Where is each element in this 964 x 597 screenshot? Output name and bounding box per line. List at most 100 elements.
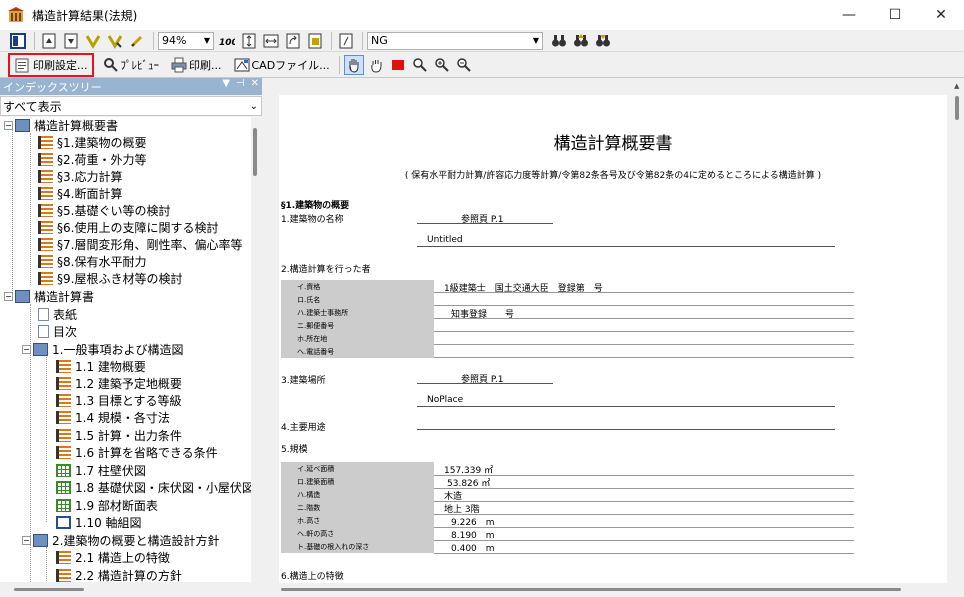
- close-icon[interactable]: ✕: [251, 78, 259, 89]
- tree-item[interactable]: 1.4 規模・各寸法: [56, 409, 170, 426]
- tree-item[interactable]: 1.6 計算を省略できる条件: [56, 444, 218, 461]
- zoom-in-button[interactable]: [432, 55, 452, 75]
- document-lines-icon: [56, 377, 71, 390]
- jump-button[interactable]: [127, 31, 147, 51]
- first-page-button[interactable]: [39, 31, 59, 51]
- tree-vertical-scrollbar[interactable]: [251, 117, 262, 582]
- tree-item[interactable]: §7.層間変形角、剛性率、偏心率等: [38, 236, 242, 253]
- chevron-down-icon: ▼: [532, 36, 539, 45]
- magnify-tool-button[interactable]: [410, 55, 430, 75]
- prev-ng-button[interactable]: [83, 31, 103, 51]
- fit-height-icon: [241, 33, 257, 49]
- toolbar-print: 印刷設定... ﾌﾟﾚﾋﾞｭｰ 印刷... CADファイル...: [0, 52, 964, 78]
- tree-item[interactable]: §3.応力計算: [38, 168, 122, 185]
- ng-filter-select[interactable]: NG ▼: [367, 31, 543, 50]
- tree-label: §6.使用上の支障に関する検討: [57, 221, 219, 235]
- tree-item[interactable]: 1.2 建築予定地概要: [56, 375, 182, 392]
- tree-item[interactable]: 1.8 基礎伏図・床伏図・小屋伏図: [56, 479, 254, 496]
- field-label: ホ.所在地: [297, 335, 328, 343]
- tree-item[interactable]: 1.5 計算・出力条件: [56, 427, 182, 444]
- tree-item[interactable]: §5.基礎ぐい等の検討: [38, 202, 170, 219]
- tree-node-section2[interactable]: − 2.建築物の概要と構造設計方針: [22, 532, 219, 549]
- pin-icon[interactable]: ⊣: [236, 78, 245, 89]
- tree-item[interactable]: 1.3 目標とする等級: [56, 392, 182, 409]
- field-label: ニ.郵便番号: [297, 322, 335, 330]
- print-button[interactable]: 印刷...: [168, 55, 225, 75]
- index-tree: − 構造計算概要書 §1.建築物の概要 §2.荷重・外力等 §3.応力計算 §4.…: [0, 117, 262, 582]
- tree-item[interactable]: §6.使用上の支障に関する検討: [38, 219, 218, 236]
- select-tool-button[interactable]: [388, 55, 408, 75]
- tree-label: 1.3 目標とする等級: [75, 394, 182, 408]
- tree-item[interactable]: 1.7 柱壁伏図: [56, 462, 146, 479]
- tree-node-calc-book[interactable]: − 構造計算書: [4, 288, 94, 305]
- collapse-icon[interactable]: −: [22, 345, 31, 354]
- tree-item[interactable]: §4.断面計算: [38, 185, 122, 202]
- rotate-button[interactable]: [283, 31, 303, 51]
- tree-label: 1.8 基礎伏図・床伏図・小屋伏図: [75, 481, 254, 495]
- tree-label: 1.7 柱壁伏図: [75, 464, 146, 478]
- panel-menu-icon[interactable]: ▼: [222, 78, 230, 89]
- page-icon: [38, 308, 49, 321]
- document-scroll-thumb[interactable]: [955, 96, 959, 120]
- preview-button[interactable]: ﾌﾟﾚﾋﾞｭｰ: [100, 55, 163, 75]
- preview-label: ﾌﾟﾚﾋﾞｭｰ: [120, 58, 160, 72]
- tree-label: 1.5 計算・出力条件: [75, 429, 182, 443]
- floor-plan-icon: [56, 464, 71, 477]
- tree-filter-select[interactable]: すべて表示 ⌄: [0, 96, 262, 116]
- tree-item[interactable]: §2.荷重・外力等: [38, 151, 146, 168]
- binoculars-prev-icon: [573, 33, 589, 49]
- document-horizontal-scrollbar[interactable]: [267, 583, 951, 597]
- search-next-button[interactable]: [593, 31, 613, 51]
- collapse-icon[interactable]: −: [4, 292, 13, 301]
- tree-item[interactable]: §8.保有水平耐力: [38, 253, 146, 270]
- tree-item[interactable]: 1.9 部材断面表: [56, 497, 158, 514]
- tree-item[interactable]: 1.10 軸組図: [56, 514, 142, 531]
- index-panel-header: インデックスツリー ▼ ⊣ ✕: [0, 78, 262, 95]
- cad-file-label: CADファイル...: [251, 58, 330, 72]
- print-settings-button[interactable]: 印刷設定...: [8, 52, 94, 77]
- zoom-100-button[interactable]: 100: [217, 31, 238, 51]
- fit-height-button[interactable]: [239, 31, 259, 51]
- chevron-down-icon: ⌄: [249, 100, 258, 112]
- tree-item[interactable]: §9.屋根ふき材等の検討: [38, 270, 182, 287]
- tree-item[interactable]: §1.建築物の概要: [38, 134, 146, 151]
- fit-width-button[interactable]: [261, 31, 281, 51]
- copy-button[interactable]: [305, 31, 325, 51]
- index-toggle-button[interactable]: [8, 31, 28, 51]
- hand-tool-button[interactable]: [343, 54, 364, 75]
- book-icon: [15, 290, 30, 303]
- last-page-button[interactable]: [61, 31, 81, 51]
- tree-scroll-thumb[interactable]: [253, 128, 257, 176]
- tree-item[interactable]: 目次: [38, 323, 77, 340]
- maximize-button[interactable]: ☐: [872, 0, 918, 30]
- grab-tool-button[interactable]: [366, 55, 386, 75]
- tree-item[interactable]: 2.1 構造上の特徴: [56, 549, 170, 566]
- pencil-icon: [129, 33, 145, 49]
- collapse-icon[interactable]: −: [4, 121, 13, 130]
- page-setup-button[interactable]: [336, 31, 356, 51]
- tree-item[interactable]: 1.1 建物概要: [56, 358, 146, 375]
- close-button[interactable]: ✕: [918, 0, 964, 30]
- zoom-out-button[interactable]: [454, 55, 474, 75]
- place-value: NoPlace: [427, 395, 464, 405]
- page-icon: [38, 325, 49, 338]
- item-heading: 1.建築物の名称: [281, 215, 344, 225]
- tree-node-section1[interactable]: − 1.一般事項および構造図: [22, 341, 183, 358]
- hand-icon: [346, 57, 362, 73]
- tree-item[interactable]: 2.2 構造計算の方針: [56, 567, 182, 582]
- cad-file-button[interactable]: CADファイル...: [231, 55, 333, 75]
- minimize-button[interactable]: —: [826, 0, 872, 30]
- next-ng-button[interactable]: [105, 31, 125, 51]
- document-vertical-scrollbar[interactable]: ▲: [951, 78, 964, 582]
- tree-item[interactable]: 表紙: [38, 306, 77, 323]
- tree-label: 構造計算書: [34, 290, 95, 304]
- book-icon: [15, 119, 30, 132]
- search-button[interactable]: [549, 31, 569, 51]
- tree-node-summary[interactable]: − 構造計算概要書: [4, 117, 118, 134]
- field-label: ホ.高さ: [297, 517, 321, 525]
- search-prev-button[interactable]: [571, 31, 591, 51]
- document-lines-icon: [56, 360, 71, 373]
- zoom-select[interactable]: 94% ▼: [158, 31, 214, 50]
- tree-horizontal-scrollbar[interactable]: [0, 582, 262, 597]
- collapse-icon[interactable]: −: [22, 536, 31, 545]
